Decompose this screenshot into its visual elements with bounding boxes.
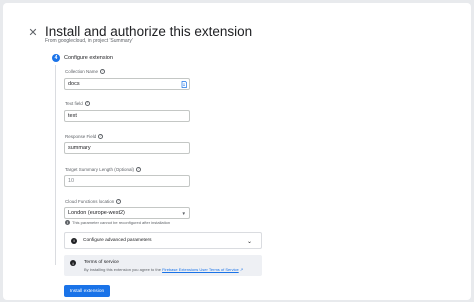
location-hint: ! This parameter cannot be reconfigured … xyxy=(65,220,170,225)
location-label-text: Cloud Functions location xyxy=(65,199,115,204)
close-icon[interactable]: ✕ xyxy=(26,25,40,39)
response-field-label: Response Field ? xyxy=(65,134,104,139)
target-length-input[interactable]: 10 xyxy=(64,175,190,187)
location-selected-value: London (europe-west2) xyxy=(68,210,125,216)
target-length-label-text: Target Summary Length (Optional) xyxy=(65,167,135,172)
step-number-badge: 4 xyxy=(52,54,60,62)
step-title: Configure extension xyxy=(64,55,113,61)
advanced-parameters-expander[interactable]: i Configure advanced parameters ⌄ xyxy=(64,232,262,249)
location-hint-text: This parameter cannot be reconfigured af… xyxy=(72,220,171,225)
info-icon: i xyxy=(71,237,77,244)
target-length-placeholder: 10 xyxy=(68,178,75,184)
response-field-label-text: Response Field xyxy=(65,134,97,139)
page-subtitle: From googlecloud, in project 'Summary' xyxy=(45,38,133,44)
collection-name-input[interactable]: docs xyxy=(64,78,190,90)
browse-collection-icon[interactable] xyxy=(181,81,187,88)
info-icon: ! xyxy=(65,220,70,225)
collection-name-label-text: Collection Name xyxy=(65,69,99,74)
text-field-label-text: Text field xyxy=(65,101,83,106)
help-icon[interactable]: ? xyxy=(98,134,104,139)
tos-text: By installing this extension you agree t… xyxy=(84,267,243,272)
dropdown-arrow-icon: ▼ xyxy=(181,211,186,216)
advanced-parameters-label: Configure advanced parameters xyxy=(83,238,152,243)
location-label: Cloud Functions location ? xyxy=(65,199,122,204)
terms-of-service-box: i Terms of service By installing this ex… xyxy=(64,255,262,276)
location-select[interactable]: London (europe-west2) ▼ xyxy=(64,207,190,219)
text-field-input[interactable]: text xyxy=(64,110,190,122)
step-connector-line xyxy=(55,65,56,265)
external-link-icon[interactable]: ↗ xyxy=(240,267,243,272)
tos-text-prefix: By installing this extension you agree t… xyxy=(84,267,161,272)
tos-title: Terms of service xyxy=(84,260,119,265)
install-extension-button[interactable]: Install extension xyxy=(64,285,110,297)
help-icon[interactable]: ? xyxy=(100,69,106,74)
response-field-value: summary xyxy=(68,145,91,151)
chevron-down-icon[interactable]: ⌄ xyxy=(247,238,252,245)
response-field-input[interactable]: summary xyxy=(64,142,190,154)
info-icon: i xyxy=(70,260,76,266)
tos-link[interactable]: Firebase Extensions User Terms of Servic… xyxy=(162,267,239,272)
install-extension-page: ✕ Install and authorize this extension F… xyxy=(3,3,471,300)
target-length-label: Target Summary Length (Optional) ? xyxy=(65,167,142,172)
help-icon[interactable]: ? xyxy=(84,101,90,106)
help-icon[interactable]: ? xyxy=(116,199,122,204)
collection-name-value: docs xyxy=(68,81,80,87)
help-icon[interactable]: ? xyxy=(136,167,142,172)
text-field-value: text xyxy=(68,113,77,119)
collection-name-label: Collection Name ? xyxy=(65,69,106,74)
page-title: Install and authorize this extension xyxy=(45,24,253,39)
text-field-label: Text field ? xyxy=(65,101,90,106)
